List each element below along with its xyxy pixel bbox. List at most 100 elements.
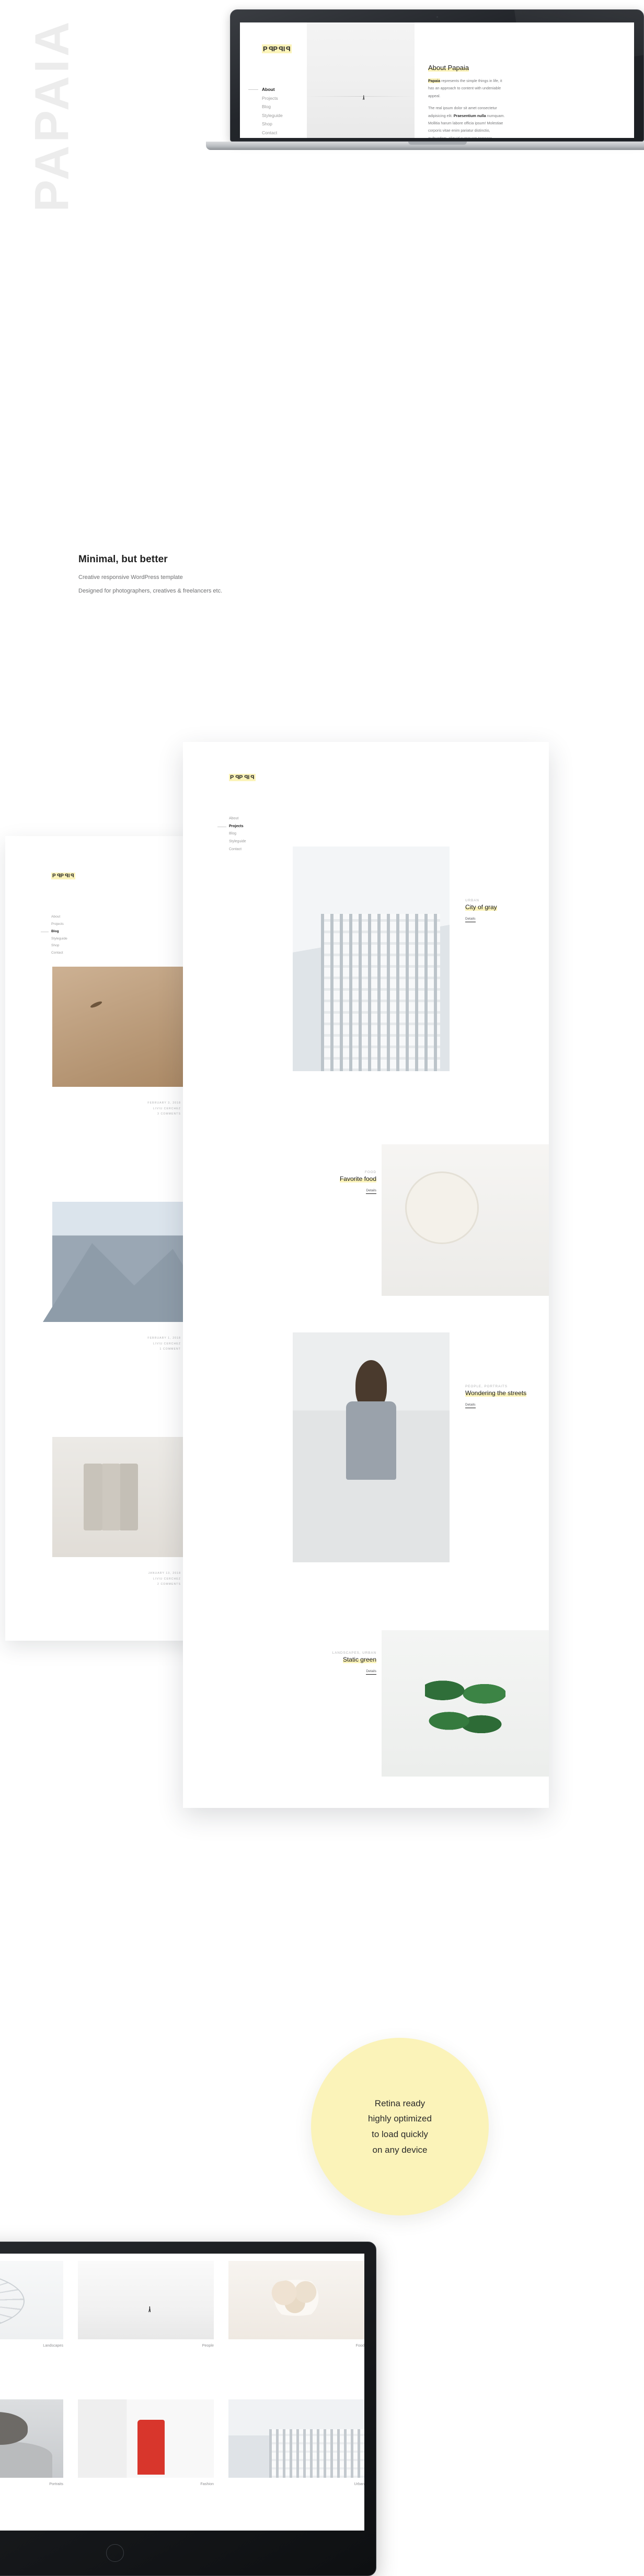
about-sidebar: PPPPIP About Projects Blog Styleguide Shop Co… bbox=[240, 22, 307, 138]
nav-item-styleguide[interactable]: Styleguide bbox=[262, 111, 307, 120]
category-grid: Landscapes People Food Portraits Fashion Urba… bbox=[0, 2261, 364, 2531]
category-cell[interactable]: Portraits bbox=[0, 2399, 63, 2531]
about-p2-bold: Praesentium nulla bbox=[453, 113, 486, 118]
blog-post-author: LIVIU CERCHEZ bbox=[153, 1107, 181, 1110]
blog-brand-wrap: PPPPIP bbox=[51, 871, 76, 880]
about-heading: About Papaia bbox=[428, 64, 469, 72]
home-button[interactable] bbox=[106, 2544, 124, 2562]
nav-item-projects[interactable]: Projects bbox=[262, 94, 307, 103]
retina-ready-badge: Retina ready highly optimized to load qu… bbox=[311, 2038, 489, 2215]
blog-post-date: FEBRUARY 3, 2018 bbox=[147, 1101, 181, 1105]
project-caption: FOOD Favorite food Details bbox=[246, 1170, 376, 1194]
project-title[interactable]: City of gray bbox=[465, 903, 497, 911]
blog-post-comments: 2 COMMENTS bbox=[157, 1583, 181, 1586]
blog-post-author: LIVIU CERCHEZ bbox=[153, 1342, 181, 1345]
proj-nav-item-blog[interactable]: Blog bbox=[229, 830, 246, 838]
blog-nav-item-projects[interactable]: Projects bbox=[51, 921, 67, 928]
papaia-watermark: PAPAIA bbox=[0, 18, 162, 212]
category-thumbnail[interactable] bbox=[228, 2399, 364, 2478]
category-thumbnail[interactable] bbox=[78, 2399, 214, 2478]
project-title[interactable]: Favorite food bbox=[339, 1175, 376, 1182]
project-thumbnail[interactable] bbox=[382, 1144, 549, 1296]
project-thumbnail[interactable] bbox=[382, 1630, 549, 1777]
blog-nav-item-shop[interactable]: Shop bbox=[51, 942, 67, 949]
project-details-link[interactable]: Details bbox=[366, 1669, 376, 1675]
category-thumbnail[interactable] bbox=[0, 2261, 63, 2339]
project-details-link[interactable]: Details bbox=[465, 917, 476, 922]
nav-item-blog[interactable]: Blog bbox=[262, 102, 307, 111]
tablet-body: AboutProjectsBlogStyleguideShopContact L… bbox=[0, 2242, 376, 2576]
project-thumbnail[interactable] bbox=[293, 846, 450, 1071]
nav-item-about[interactable]: About bbox=[248, 85, 307, 94]
laptop-base-notch bbox=[408, 142, 467, 145]
blog-page-mockup: PPPPIP About Projects Blog Styleguide Shop Co… bbox=[5, 836, 209, 1641]
proj-nav-item-projects[interactable]: Projects bbox=[217, 823, 246, 831]
project-title[interactable]: Static green bbox=[342, 1656, 376, 1663]
hero-photo bbox=[307, 22, 415, 138]
webcam-icon bbox=[436, 16, 439, 18]
photo-building-image bbox=[228, 2399, 364, 2478]
project-title-wrap: Wondering the streets bbox=[465, 1388, 596, 1398]
project-title-wrap: City of gray bbox=[465, 902, 591, 912]
headline-subtitle-1: Creative responsive WordPress template bbox=[78, 574, 183, 581]
blog-post[interactable]: FEBRUARY 3, 2018 LIVIU CERCHEZ 3 COMMENTS bbox=[5, 967, 209, 1144]
blog-nav-item-blog[interactable]: Blog bbox=[41, 928, 67, 935]
category-thumbnail[interactable] bbox=[228, 2261, 364, 2339]
project-title-wrap: Static green bbox=[246, 1655, 376, 1664]
laptop-screen: PPPPIP About Projects Blog Styleguide Shop Co… bbox=[240, 22, 634, 138]
about-content: About Papaia Papaia represents the simpl… bbox=[415, 22, 634, 138]
blog-post-date: FEBRUARY 1, 2018 bbox=[147, 1337, 181, 1340]
tablet-screen: AboutProjectsBlogStyleguideShopContact L… bbox=[0, 2254, 364, 2531]
brand-logo[interactable]: PPPPIP bbox=[262, 44, 292, 53]
photo-plant-image bbox=[382, 1630, 549, 1777]
blog-post-meta: FEBRUARY 1, 2018 LIVIU CERCHEZ 1 COMMENT bbox=[147, 1336, 181, 1352]
category-thumbnail[interactable] bbox=[0, 2399, 63, 2478]
photo-fashion-image bbox=[78, 2399, 214, 2478]
photo-portrait-image bbox=[0, 2399, 63, 2478]
badge-text: Retina ready highly optimized to load qu… bbox=[368, 2096, 432, 2158]
brand-logo[interactable]: PPPPIP bbox=[51, 873, 76, 879]
nav-item-contact[interactable]: Contact bbox=[262, 129, 307, 137]
project-caption: PEOPLE, PORTRAITS Wondering the streets De… bbox=[465, 1385, 596, 1408]
blog-post[interactable]: JANUARY 13, 2018 LIVIU CERCHEZ 2 COMMENTS bbox=[5, 1437, 209, 1615]
blog-nav-item-styleguide[interactable]: Styleguide bbox=[51, 935, 67, 943]
category-label: Landscapes bbox=[43, 2343, 63, 2348]
category-thumbnail[interactable] bbox=[78, 2261, 214, 2339]
blog-post-meta: JANUARY 13, 2018 LIVIU CERCHEZ 2 COMMENTS bbox=[148, 1571, 181, 1587]
photo-ferris-image bbox=[0, 2261, 63, 2339]
about-page: PPPPIP About Projects Blog Styleguide Shop Co… bbox=[240, 22, 634, 138]
laptop-lid: PPPPIP About Projects Blog Styleguide Shop Co… bbox=[230, 9, 644, 142]
photo-garlic-image bbox=[228, 2261, 364, 2339]
category-cell[interactable]: Urban bbox=[228, 2399, 364, 2531]
project-details-wrap: Details bbox=[465, 1398, 596, 1408]
badge-line-1: Retina ready bbox=[374, 2098, 426, 2108]
laptop-mockup: PPPPIP About Projects Blog Styleguide Shop Co… bbox=[206, 9, 644, 156]
project-thumbnail[interactable] bbox=[293, 1332, 450, 1562]
project-title[interactable]: Wondering the streets bbox=[465, 1389, 527, 1397]
laptop-base bbox=[206, 142, 644, 150]
badge-line-3: to load quickly bbox=[372, 2129, 428, 2139]
project-details-link[interactable]: Details bbox=[366, 1189, 376, 1194]
category-cell[interactable]: Food bbox=[228, 2261, 364, 2392]
blog-post[interactable]: FEBRUARY 1, 2018 LIVIU CERCHEZ 1 COMMENT bbox=[5, 1202, 209, 1379]
brand-logo[interactable]: PPPPIP bbox=[229, 774, 256, 781]
watermark-text: PAPAIA bbox=[25, 18, 79, 212]
project-caption: URBAN City of gray Details bbox=[465, 899, 591, 922]
category-cell[interactable]: People bbox=[78, 2261, 214, 2392]
proj-nav-item-styleguide[interactable]: Styleguide bbox=[229, 838, 246, 846]
blog-post-meta: FEBRUARY 3, 2018 LIVIU CERCHEZ 3 COMMENTS bbox=[147, 1100, 181, 1117]
photo-girl-image bbox=[293, 1332, 450, 1562]
projects-brand-wrap: PPPPIP bbox=[229, 772, 256, 782]
blog-nav-item-about[interactable]: About bbox=[51, 913, 67, 921]
project-category: PEOPLE, PORTRAITS bbox=[465, 1385, 508, 1388]
badge-line-2: highly optimized bbox=[368, 2114, 432, 2124]
project-details-link[interactable]: Details bbox=[465, 1403, 476, 1408]
page-title: Minimal, but better bbox=[78, 554, 168, 565]
category-cell[interactable]: Landscapes bbox=[0, 2261, 63, 2392]
nav-item-shop[interactable]: Shop bbox=[262, 120, 307, 129]
blog-nav-item-contact[interactable]: Contact bbox=[51, 949, 67, 957]
blog-nav: About Projects Blog Styleguide Shop Contact bbox=[41, 913, 67, 957]
category-cell[interactable]: Fashion bbox=[78, 2399, 214, 2531]
proj-nav-item-about[interactable]: About bbox=[229, 815, 246, 823]
proj-nav-item-contact[interactable]: Contact bbox=[229, 846, 246, 854]
